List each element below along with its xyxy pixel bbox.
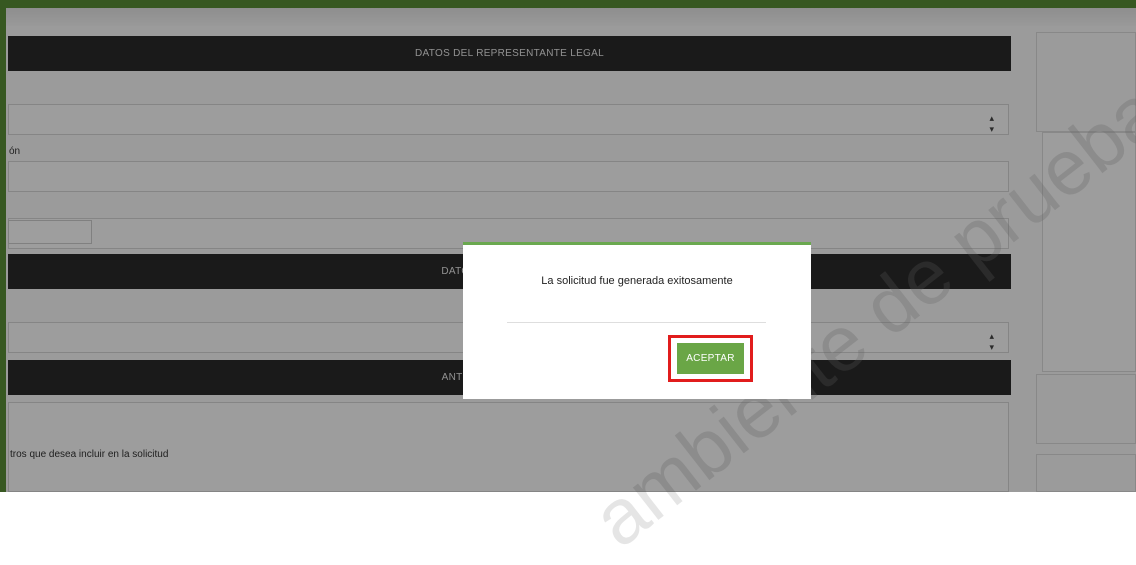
success-dialog: La solicitud fue generada exitosamente A… xyxy=(463,242,811,399)
dialog-message: La solicitud fue generada exitosamente xyxy=(541,275,733,287)
accept-button[interactable]: ACEPTAR xyxy=(677,343,744,374)
dialog-divider xyxy=(507,322,766,323)
accept-button-highlight: ACEPTAR xyxy=(668,335,753,382)
